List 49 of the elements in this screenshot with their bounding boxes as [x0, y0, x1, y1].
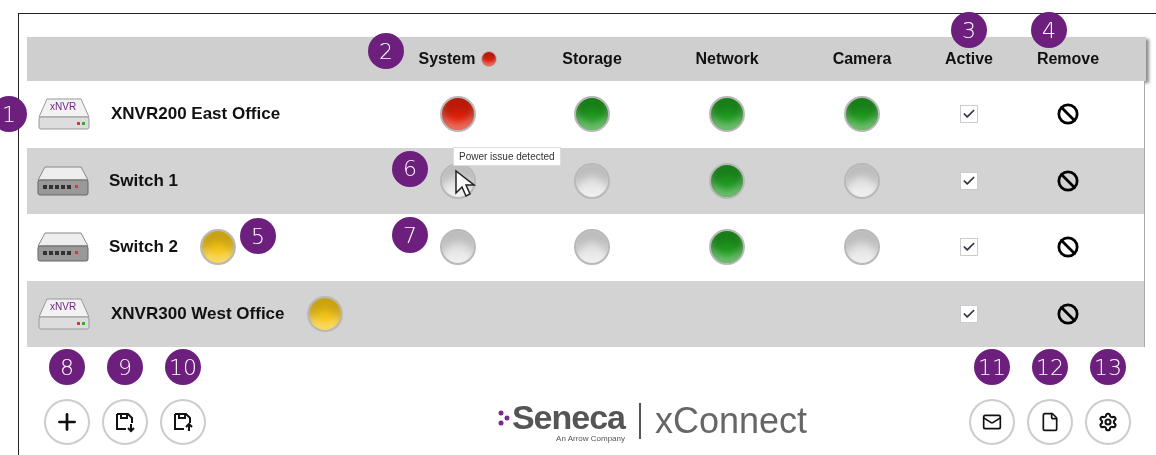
switch-icon — [37, 232, 89, 263]
add-button[interactable] — [44, 399, 90, 445]
column-header: Active — [945, 50, 993, 68]
callout-badge: 1 — [0, 96, 27, 133]
device-name: Switch 1 — [109, 170, 178, 191]
save-download-icon — [114, 411, 136, 433]
column-header: Camera — [832, 50, 892, 68]
brand-name: Seneca — [511, 398, 625, 436]
callout-badge: 9 — [107, 349, 143, 385]
callout-badge: 11 — [974, 349, 1010, 385]
mail-button[interactable] — [969, 399, 1015, 445]
callout-badge: 10 — [165, 349, 201, 385]
remove-icon[interactable] — [1057, 169, 1079, 192]
remove-icon[interactable] — [1057, 236, 1079, 259]
cursor-icon — [454, 168, 476, 199]
active-checkbox[interactable] — [960, 304, 978, 323]
column-header: Network — [695, 50, 759, 68]
settings-icon — [1098, 412, 1118, 432]
save-button[interactable] — [102, 399, 148, 445]
icon-label: xNVR — [50, 300, 77, 312]
callout-badge: 5 — [239, 218, 276, 255]
product-name: xConnect — [655, 399, 808, 442]
upload-button[interactable] — [160, 399, 206, 445]
callout-badge: 4 — [1031, 12, 1067, 48]
save-upload-icon — [172, 411, 194, 433]
file-icon — [1040, 412, 1060, 432]
file-button[interactable] — [1027, 399, 1073, 445]
callout-badge: 13 — [1090, 349, 1126, 385]
remove-icon[interactable] — [1057, 302, 1079, 325]
active-checkbox[interactable] — [960, 238, 978, 257]
switch-icon — [37, 165, 89, 196]
mail-icon — [982, 412, 1002, 432]
device-name: Switch 2 — [109, 237, 178, 258]
callout-badge: 3 — [951, 12, 987, 48]
column-header: System — [418, 50, 476, 68]
callout-badge: 7 — [392, 217, 428, 254]
remove-icon[interactable] — [1057, 103, 1079, 126]
callout-badge: 6 — [392, 150, 428, 187]
device-name: XNVR300 West Office — [111, 303, 285, 324]
settings-button[interactable] — [1085, 399, 1131, 445]
active-checkbox[interactable] — [960, 105, 978, 124]
device-name: XNVR200 East Office — [111, 104, 281, 125]
callout-badge: 8 — [49, 349, 85, 385]
column-header: Remove — [1036, 50, 1100, 68]
active-checkbox[interactable] — [960, 171, 978, 190]
brand-tagline: An Arrow Company — [556, 434, 625, 443]
column-header: Storage — [562, 50, 622, 68]
icon-label: xNVR — [50, 101, 77, 113]
callout-badge: 12 — [1032, 349, 1068, 385]
